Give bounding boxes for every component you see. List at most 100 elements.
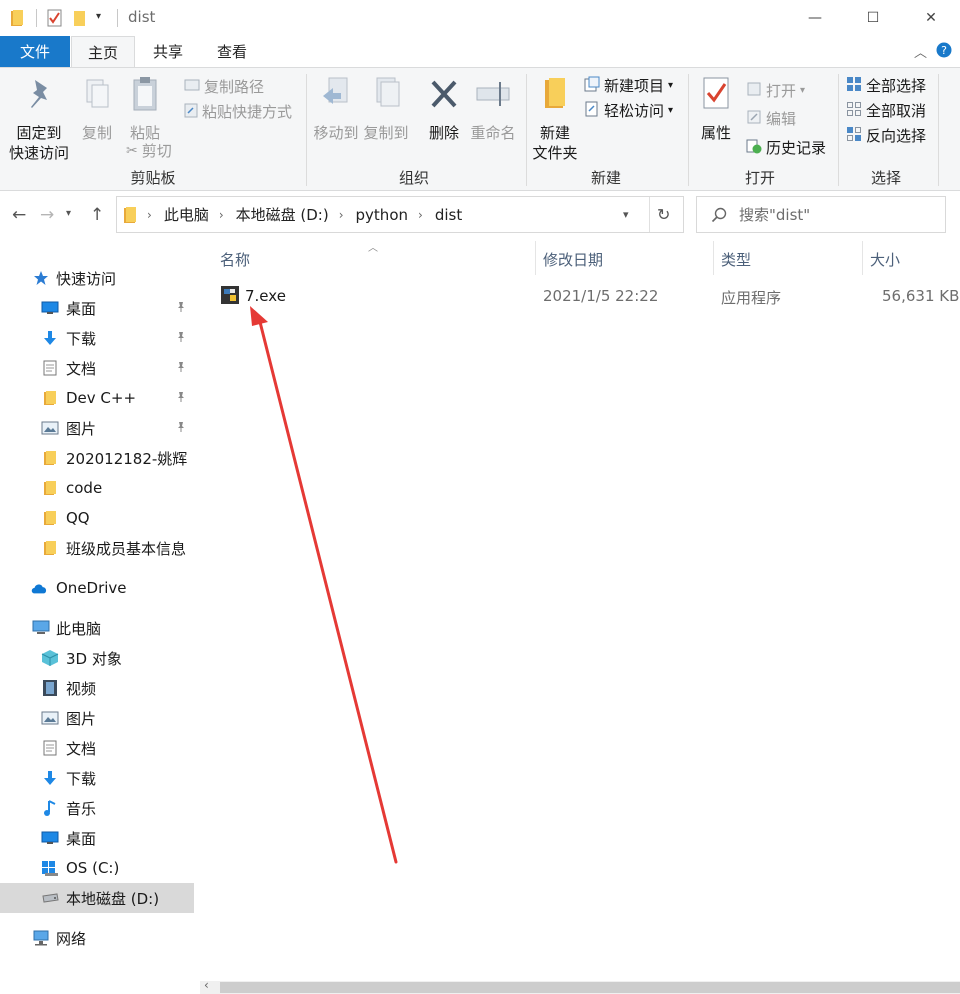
nav-quick-access-item-1[interactable]: 下载 [0,323,194,353]
desktop-icon [41,829,59,847]
invert-selection-button[interactable]: 反向选择 [846,125,926,146]
nav-quick-access-item-3[interactable]: Dev C++ [0,383,194,413]
column-header-modified[interactable]: 修改日期 [543,249,603,270]
pin-icon[interactable] [176,421,186,436]
recent-locations-chevron-icon[interactable]: ▾ [66,208,71,219]
nav-onedrive[interactable]: OneDrive [0,573,194,603]
nav-quick-access-item-0[interactable]: 桌面 [0,293,194,323]
breadcrumb-chevron-icon[interactable]: › [219,208,224,222]
close-button[interactable]: ✕ [902,0,960,36]
copy-path-button[interactable]: 复制路径 [184,76,264,97]
easy-access-button[interactable]: 轻松访问 ▾ [584,100,673,121]
nav-this-pc-item-5[interactable]: 音乐 [0,793,194,823]
select-all-button[interactable]: 全部选择 [846,75,926,96]
pin-icon[interactable] [176,331,186,346]
move-to-button[interactable]: 移动到 [312,74,360,143]
edit-icon [746,109,762,129]
nav-this-pc-item-3[interactable]: 文档 [0,733,194,763]
address-dropdown-icon[interactable]: ▾ [623,208,629,221]
nav-quick-access-item-4[interactable]: 图片 [0,413,194,443]
copy-to-icon [362,74,410,119]
nav-this-pc-item-7[interactable]: OS (C:) [0,853,194,883]
nav-this-pc-item-4[interactable]: 下载 [0,763,194,793]
nav-network[interactable]: 网络 [0,923,194,953]
properties-button[interactable]: 属性 [694,74,738,143]
rename-button[interactable]: 重命名 [468,74,518,143]
pin-icon[interactable] [176,391,186,406]
forward-arrow-icon[interactable]: → [40,205,54,225]
title-bar: ▾ dist — ☐ ✕ [0,0,960,36]
nav-item-label: 202012182-姚辉 [66,449,188,468]
scrollbar-thumb[interactable] [220,982,960,993]
nav-this-pc-item-6[interactable]: 桌面 [0,823,194,853]
paste-shortcut-button[interactable]: 粘贴快捷方式 [184,101,292,122]
customize-toolbar-icon[interactable]: ▾ [96,11,101,22]
breadcrumb-chevron-icon[interactable]: › [339,208,344,222]
select-none-button[interactable]: 全部取消 [846,100,926,121]
nav-this-pc-item-1[interactable]: 视频 [0,673,194,703]
collapse-ribbon-icon[interactable]: ︿ [914,42,927,61]
nav-this-pc-item-2[interactable]: 图片 [0,703,194,733]
breadcrumb-python[interactable]: python [356,206,408,224]
nav-item-label: 3D 对象 [66,649,122,668]
nav-this-pc-item-0[interactable]: 3D 对象 [0,643,194,673]
pin-quick-access-button[interactable]: 固定到 快速访问 [6,74,72,163]
copy-to-button[interactable]: 复制到 [362,74,410,143]
refresh-icon[interactable]: ↻ [657,205,670,224]
breadcrumb-chevron-icon[interactable]: › [147,208,152,222]
nav-item-label: 图片 [66,709,97,728]
column-header-size[interactable]: 大小 [870,249,900,270]
tab-view[interactable]: 查看 [200,36,264,68]
nav-quick-access-item-6[interactable]: code [0,473,194,503]
edit-button[interactable]: 编辑 [746,108,796,129]
nav-quick-access-item-8[interactable]: 班级成员基本信息 [0,533,194,563]
nav-quick-access-item-2[interactable]: 文档 [0,353,194,383]
file-row-7-exe[interactable]: 7.exe 2021/1/5 22:22 应用程序 56,631 KB [200,281,960,311]
tab-file[interactable]: 文件 [0,36,70,68]
paste-button[interactable]: 粘贴 [122,74,168,143]
copy-button[interactable]: 复制 [74,74,120,143]
column-header-type[interactable]: 类型 [721,249,751,270]
file-name[interactable]: 7.exe [245,287,286,305]
maximize-button[interactable]: ☐ [844,0,902,36]
cut-button[interactable]: ✂ 剪切 [126,140,172,161]
scroll-left-icon[interactable]: ‹ [204,978,209,992]
delete-button[interactable]: 删除 [422,74,466,143]
help-icon[interactable]: ? [936,42,952,62]
history-icon [746,138,762,158]
breadcrumb-dist[interactable]: dist [435,206,462,224]
search-input[interactable]: 搜索"dist" [739,204,810,225]
pin-icon[interactable] [176,361,186,376]
minimize-button[interactable]: — [786,0,844,36]
copy-path-icon [184,78,200,96]
nav-quick-access-item-5[interactable]: 202012182-姚辉 [0,443,194,473]
new-folder-button[interactable]: 新建 文件夹 [530,74,580,163]
nav-this-pc[interactable]: 此电脑 [0,613,194,643]
history-button[interactable]: 历史记录 [746,137,826,158]
folder-icon [123,206,137,224]
scissors-icon: ✂ [126,142,138,159]
breadcrumb-chevron-icon[interactable]: › [418,208,423,222]
new-folder-quick-icon[interactable] [73,9,87,31]
nav-quick-access-item-7[interactable]: QQ [0,503,194,533]
properties-quick-icon[interactable] [47,9,63,31]
pin-icon[interactable] [176,301,186,316]
select-all-icon [846,76,862,96]
tab-home[interactable]: 主页 [71,36,135,68]
address-box[interactable]: › 此电脑 › 本地磁盘 (D:) › python › dist ▾ ↻ [116,196,684,233]
nav-item-label: QQ [66,509,90,527]
desktop-icon [41,299,59,317]
open-button[interactable]: 打开 ▾ [746,80,805,101]
search-box[interactable]: 搜索"dist" [696,196,946,233]
horizontal-scrollbar[interactable]: ‹ [200,978,960,994]
group-label-select: 选择 [870,169,901,187]
nav-quick-access[interactable]: 快速访问 [0,263,194,293]
new-item-button[interactable]: 新建项目 ▾ [584,75,673,96]
breadcrumb-this-pc[interactable]: 此电脑 [164,204,209,225]
up-arrow-icon[interactable]: ↑ [90,205,104,225]
nav-this-pc-item-8[interactable]: 本地磁盘 (D:) [0,883,194,913]
back-arrow-icon[interactable]: ← [12,205,26,225]
column-header-name[interactable]: 名称 [220,249,250,270]
breadcrumb-drive-d[interactable]: 本地磁盘 (D:) [236,204,329,225]
tab-share[interactable]: 共享 [137,36,199,68]
